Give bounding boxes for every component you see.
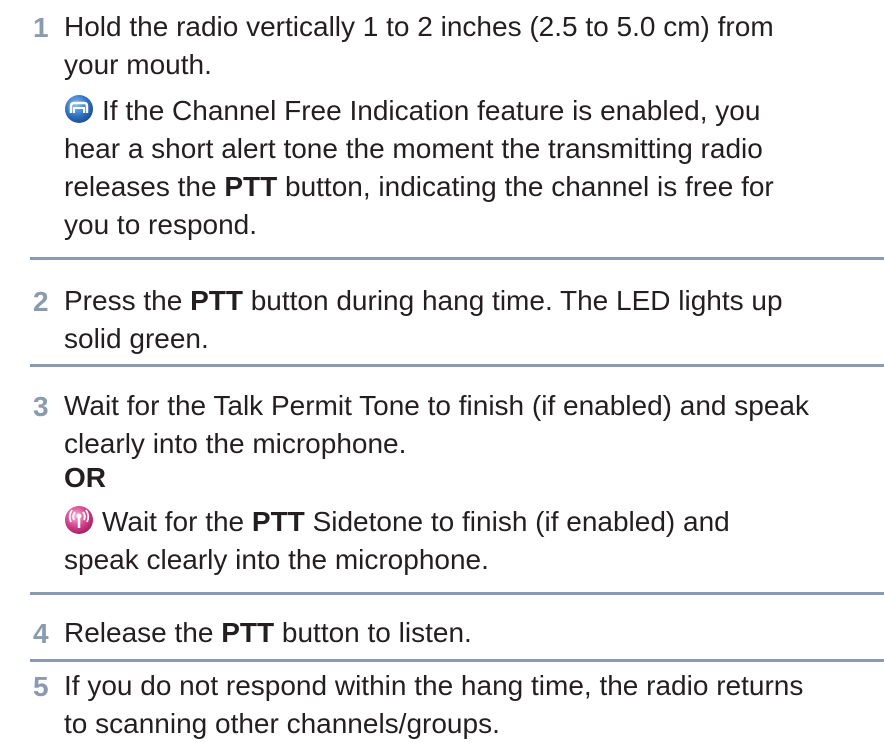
step-number: 5 xyxy=(33,671,49,702)
ptt-label: PTT xyxy=(190,285,243,316)
or-label: OR xyxy=(64,462,106,493)
note-text: releases the xyxy=(64,171,225,202)
step-number: 2 xyxy=(33,286,49,317)
step-line: your mouth. xyxy=(64,49,212,80)
note-line: hear a short alert tone the moment the t… xyxy=(64,133,763,164)
feature-note: If the Channel Free Indication feature i… xyxy=(64,92,862,244)
step-number: 1 xyxy=(33,12,49,43)
step-text-part: button during hang time. The LED lights … xyxy=(242,285,783,316)
feature-note: Wait for the PTT Sidetone to finish (if … xyxy=(64,503,862,579)
step-text: Wait for the Talk Permit Tone to finish … xyxy=(64,387,862,463)
step-text-part: Press the xyxy=(64,285,191,316)
sidetone-icon xyxy=(64,505,94,535)
ptt-label: PTT xyxy=(221,617,275,648)
note-line: If the Channel Free Indication feature i… xyxy=(102,95,761,126)
note-line: you to respond. xyxy=(64,209,258,240)
note-text: Wait for the xyxy=(102,506,252,537)
note-text: Sidetone to finish (if enabled) and xyxy=(304,506,730,537)
step-line: Wait for the Talk Permit Tone to finish … xyxy=(64,390,809,421)
step-text-part: button to listen. xyxy=(274,617,472,648)
step-text: Hold the radio vertically 1 to 2 inches … xyxy=(64,8,862,84)
ptt-label: PTT xyxy=(224,171,278,202)
step-line: If you do not respond within the hang ti… xyxy=(64,670,804,701)
step-number: 3 xyxy=(33,391,49,422)
step-line: clearly into the microphone. xyxy=(64,428,407,459)
step-divider xyxy=(30,364,884,367)
note-text: button, indicating the channel is free f… xyxy=(277,171,774,202)
step-divider xyxy=(30,659,884,662)
step-line: solid green. xyxy=(64,323,209,354)
note-line: speak clearly into the microphone. xyxy=(64,544,489,575)
step-text-part: Release the xyxy=(64,617,222,648)
step-text: Press the PTT button during hang time. T… xyxy=(64,282,862,358)
step-number: 4 xyxy=(33,618,49,649)
step-line: Hold the radio vertically 1 to 2 inches … xyxy=(64,11,774,42)
step-divider xyxy=(30,592,884,595)
step-line: to scanning other channels/groups. xyxy=(64,708,500,739)
step-text: Release the PTT button to listen. xyxy=(64,614,862,652)
step-text: If you do not respond within the hang ti… xyxy=(64,667,862,743)
ptt-label: PTT xyxy=(251,506,305,537)
channel-free-icon xyxy=(64,94,94,124)
step-divider xyxy=(30,257,884,260)
